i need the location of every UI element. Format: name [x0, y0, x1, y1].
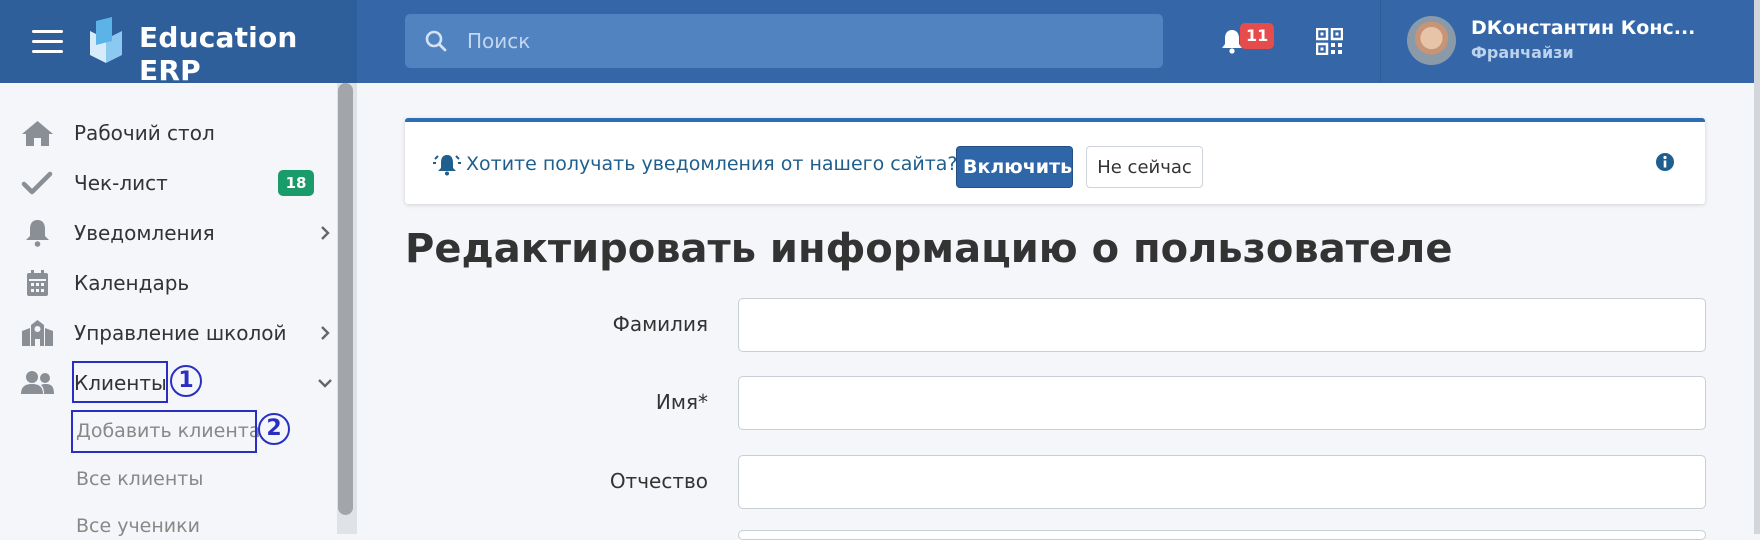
page-scrollbar[interactable] — [1754, 0, 1760, 534]
annotation-box-add-client — [71, 410, 257, 453]
chevron-right-icon — [321, 226, 330, 240]
sidebar-item-school-management[interactable]: Управление школой — [0, 310, 337, 356]
first-name-label: Имя* — [655, 390, 708, 414]
chevron-right-icon — [321, 326, 330, 340]
next-field-partial[interactable] — [738, 530, 1706, 540]
first-name-field[interactable] — [738, 376, 1706, 430]
menu-toggle-icon[interactable] — [32, 30, 63, 53]
brand-area: Education ERP — [0, 0, 357, 87]
info-icon[interactable] — [1655, 152, 1675, 172]
sidebar-item-label: Уведомления — [74, 221, 215, 245]
logo-icon — [90, 17, 122, 63]
sidebar-scrollbar-thumb[interactable] — [338, 83, 353, 515]
sidebar-item-label: Чек-лист — [74, 171, 168, 195]
home-icon — [22, 121, 53, 146]
sidebar: Рабочий стол Чек-лист 18 Уведомления Кал… — [0, 83, 357, 537]
last-name-label: Фамилия — [612, 312, 708, 336]
sidebar-item-notifications[interactable]: Уведомления — [0, 210, 337, 256]
enable-notifications-button[interactable]: Включить — [956, 146, 1073, 188]
sidebar-item-dashboard[interactable]: Рабочий стол — [0, 110, 337, 156]
annotation-number-2: 2 — [258, 413, 290, 445]
chevron-down-icon — [318, 379, 332, 388]
sidebar-item-label: Рабочий стол — [74, 121, 215, 145]
sidebar-item-clients[interactable]: Клиенты — [0, 360, 337, 406]
search-box[interactable] — [405, 14, 1163, 68]
user-role: Франчайзи — [1471, 43, 1574, 62]
alert-message: Хотите получать уведомления от нашего са… — [466, 153, 958, 175]
sidebar-item-label: Управление школой — [74, 321, 287, 345]
not-now-button[interactable]: Не сейчас — [1086, 146, 1203, 188]
search-input[interactable] — [465, 14, 1145, 68]
annotation-box-clients — [72, 361, 168, 403]
page-title: Редактировать информацию о пользователе — [405, 226, 1453, 272]
push-notification-alert: Хотите получать уведомления от нашего са… — [405, 118, 1705, 204]
school-icon — [22, 320, 53, 346]
alarm-bell-icon — [433, 155, 461, 176]
middle-name-field[interactable] — [738, 455, 1706, 509]
user-menu[interactable]: DКонстантин Конс... Франчайзи — [1380, 0, 1754, 83]
sidebar-item-calendar[interactable]: Календарь — [0, 260, 337, 306]
last-name-field[interactable] — [738, 298, 1706, 352]
users-icon — [21, 371, 54, 394]
checklist-count-badge: 18 — [278, 170, 314, 196]
avatar[interactable] — [1407, 16, 1456, 65]
user-name: DКонстантин Конс... — [1471, 17, 1696, 39]
sidebar-item-checklist[interactable]: Чек-лист 18 — [0, 160, 337, 206]
annotation-number-1: 1 — [170, 365, 202, 397]
sidebar-item-label: Календарь — [74, 271, 190, 295]
calendar-icon — [27, 270, 48, 296]
middle-name-label: Отчество — [609, 469, 708, 493]
qr-code-icon[interactable] — [1316, 28, 1343, 55]
check-icon — [21, 171, 53, 195]
bell-icon — [26, 220, 49, 247]
submenu-all-clients[interactable]: Все клиенты — [76, 468, 203, 490]
notifications-count-badge: 11 — [1240, 23, 1275, 49]
top-bar: Education ERP 11 DКонстантин Конс... Фра… — [0, 0, 1760, 87]
app-brand[interactable]: Education ERP — [139, 21, 357, 87]
search-icon — [425, 30, 447, 52]
